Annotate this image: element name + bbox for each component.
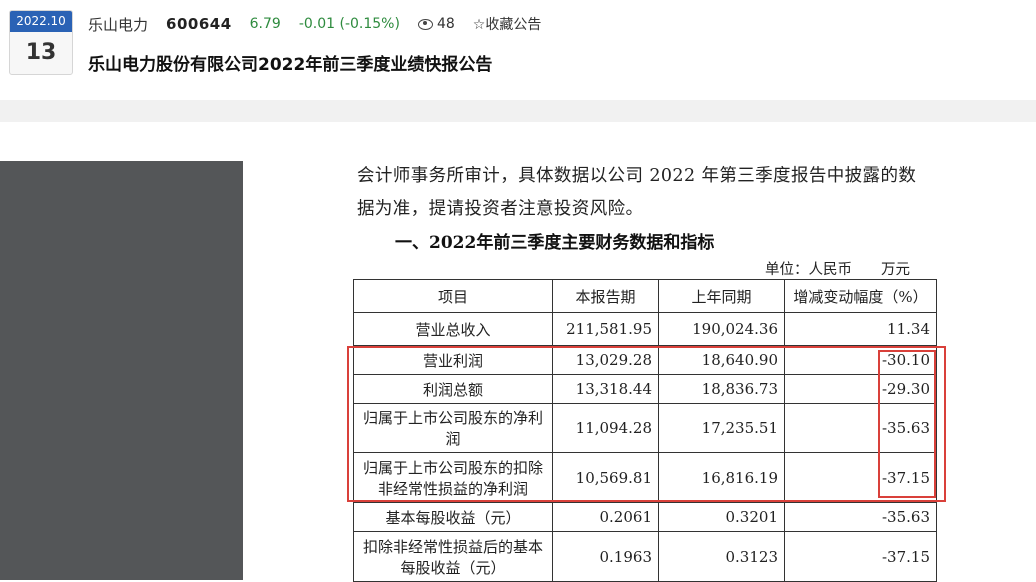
page-title: 乐山电力股份有限公司2022年前三季度业绩快报公告 xyxy=(88,55,493,75)
table-header-cell: 上年同期 xyxy=(658,279,785,313)
view-count-value: 48 xyxy=(436,16,455,32)
eye-icon xyxy=(417,18,433,30)
stock-change: -0.01 (-0.15%) xyxy=(298,16,400,32)
financial-data-table: 项目 本报告期 上年同期 增减变动幅度（%） 营业总收入 211,581.95 … xyxy=(353,279,937,582)
table-header-cell: 增减变动幅度（%） xyxy=(784,279,937,313)
table-cell: 利润总额 xyxy=(353,374,553,404)
table-cell: 10,569.81 xyxy=(552,452,659,503)
section-title: 一、2022年前三季度主要财务数据和指标 xyxy=(395,233,715,253)
table-cell: 营业总收入 xyxy=(353,312,553,346)
table-row: 营业利润 13,029.28 18,640.90 -30.10 xyxy=(353,345,937,375)
table-cell: 17,235.51 xyxy=(658,403,785,453)
document-viewer: 会计师事务所审计，具体数据以公司 2022 年第三季度报告中披露的数 据为准，提… xyxy=(243,122,1036,582)
table-cell: 0.3123 xyxy=(658,531,785,582)
stock-name-link[interactable]: 乐山电力 xyxy=(88,14,148,35)
table-cell: 190,024.36 xyxy=(658,312,785,346)
body-paragraph-line: 会计师事务所审计，具体数据以公司 2022 年第三季度报告中披露的数 xyxy=(357,166,917,186)
table-cell: 0.3201 xyxy=(658,502,785,532)
body-paragraph-line: 据为准，提请投资者注意投资风险。 xyxy=(357,199,644,219)
table-row: 归属于上市公司股东的净利润 11,094.28 17,235.51 -35.63 xyxy=(353,403,937,453)
table-cell: 归属于上市公司股东的净利润 xyxy=(353,403,553,453)
table-header-cell: 本报告期 xyxy=(552,279,659,313)
table-cell: 11,094.28 xyxy=(552,403,659,453)
view-count: 48 xyxy=(417,16,455,32)
date-day: 13 xyxy=(25,40,57,65)
table-cell: -35.63 xyxy=(784,502,937,532)
table-cell: 18,640.90 xyxy=(658,345,785,375)
favorite-button[interactable]: ☆收藏公告 xyxy=(473,14,542,34)
table-header-cell: 项目 xyxy=(353,279,553,313)
stock-meta-row: 乐山电力 600644 6.79 -0.01 (-0.15%) 48 ☆收藏公告 xyxy=(88,13,559,35)
table-row: 利润总额 13,318.44 18,836.73 -29.30 xyxy=(353,374,937,404)
table-cell: 211,581.95 xyxy=(552,312,659,346)
table-cell: 基本每股收益（元） xyxy=(353,502,553,532)
table-cell: -35.63 xyxy=(784,403,937,453)
pdf-sidebar-panel xyxy=(0,161,243,580)
table-cell: -37.15 xyxy=(784,531,937,582)
table-cell: 营业利润 xyxy=(353,345,553,375)
table-header-row: 项目 本报告期 上年同期 增减变动幅度（%） xyxy=(353,279,937,313)
date-badge: 2022.10 13 xyxy=(9,10,73,75)
table-row: 归属于上市公司股东的扣除非经常性损益的净利润 10,569.81 16,816.… xyxy=(353,452,937,503)
unit-label: 单位：人民币 万元 xyxy=(765,262,910,278)
announcement-header: 2022.10 13 乐山电力 600644 6.79 -0.01 (-0.15… xyxy=(0,0,1036,100)
table-row: 营业总收入 211,581.95 190,024.36 11.34 xyxy=(353,312,937,346)
table-cell: 11.34 xyxy=(784,312,937,346)
table-cell: 扣除非经常性损益后的基本每股收益（元） xyxy=(353,531,553,582)
table-cell: -37.15 xyxy=(784,452,937,503)
stock-price: 6.79 xyxy=(249,16,281,32)
table-cell: 13,029.28 xyxy=(552,345,659,375)
stock-code[interactable]: 600644 xyxy=(166,15,232,33)
table-cell: 18,836.73 xyxy=(658,374,785,404)
table-cell: 0.1963 xyxy=(552,531,659,582)
table-cell: 16,816.19 xyxy=(658,452,785,503)
table-cell: 13,318.44 xyxy=(552,374,659,404)
date-month: 2022.10 xyxy=(10,11,72,32)
table-row: 基本每股收益（元） 0.2061 0.3201 -35.63 xyxy=(353,502,937,532)
table-row: 扣除非经常性损益后的基本每股收益（元） 0.1963 0.3123 -37.15 xyxy=(353,531,937,582)
table-cell: -30.10 xyxy=(784,345,937,375)
table-cell: 0.2061 xyxy=(552,502,659,532)
table-cell: -29.30 xyxy=(784,374,937,404)
table-cell: 归属于上市公司股东的扣除非经常性损益的净利润 xyxy=(353,452,553,503)
header-divider-band xyxy=(0,100,1036,122)
